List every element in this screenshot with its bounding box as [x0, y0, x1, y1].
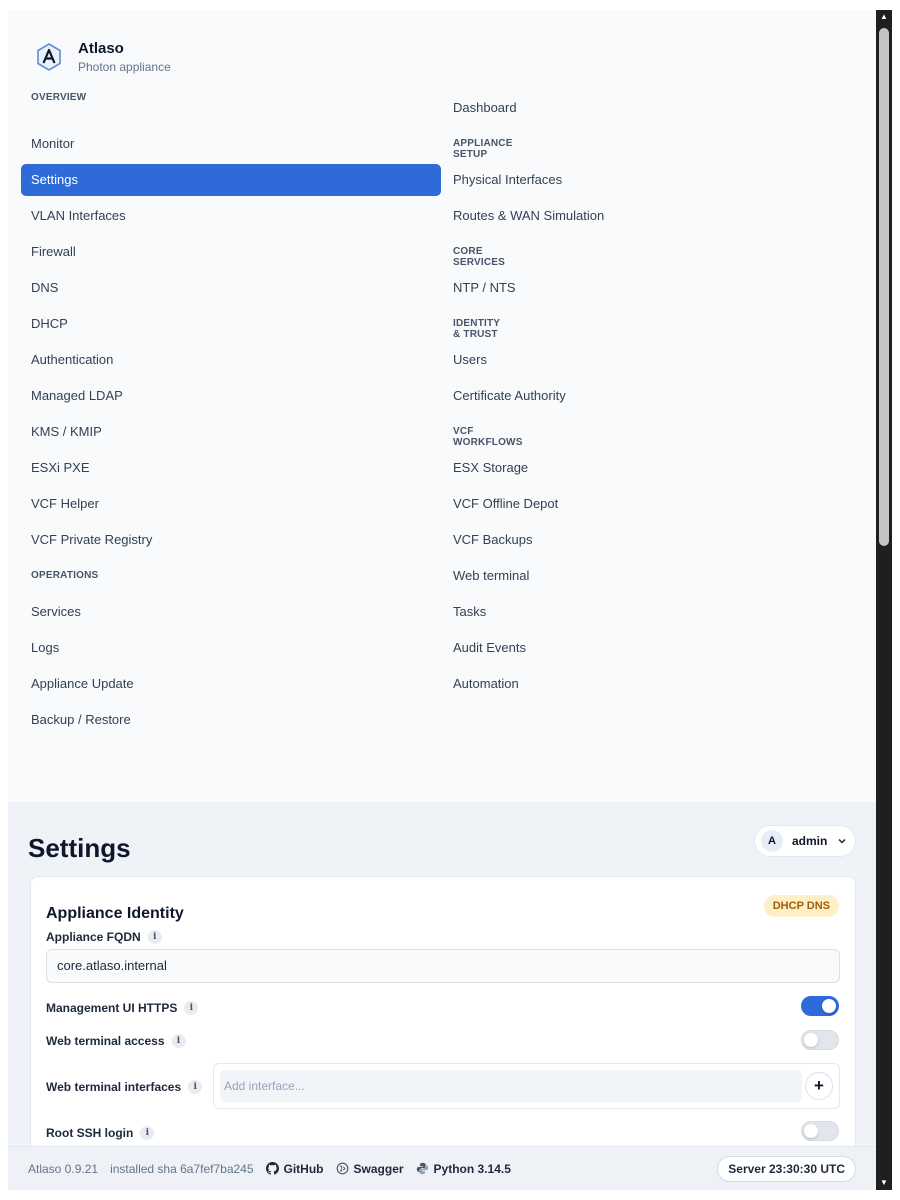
- sidebar-item-certificate-authority[interactable]: Certificate Authority: [443, 380, 863, 412]
- sidebar-item-services[interactable]: Services: [21, 596, 441, 628]
- app-version: Atlaso 0.9.21: [28, 1161, 99, 1176]
- interface-chip-box: Add interface... +: [213, 1063, 840, 1109]
- sidebar-item-routes-wan[interactable]: Routes & WAN Simulation: [443, 200, 863, 232]
- sidebar-item-dns[interactable]: DNS: [21, 272, 441, 304]
- sidebar-item-dhcp[interactable]: DHCP: [21, 308, 441, 340]
- sidebar-item-vcf-helper[interactable]: VCF Helper: [21, 488, 441, 520]
- card-title: Appliance Identity: [46, 905, 184, 922]
- python-icon: [416, 1162, 428, 1175]
- sidebar-item-authentication[interactable]: Authentication: [21, 344, 441, 376]
- status-badge: DHCP DNS: [763, 895, 839, 917]
- scroll-up-arrow-icon[interactable]: ▲: [876, 10, 892, 24]
- nav-group-core-services: CORE SERVICES: [453, 246, 505, 268]
- sidebar-item-vcf-offline-depot[interactable]: VCF Offline Depot: [443, 488, 863, 520]
- page-scrollbar[interactable]: ▲ ▼: [876, 10, 892, 1190]
- web-terminal-label-text: Web terminal access: [46, 1034, 165, 1048]
- https-label-text: Management UI HTTPS: [46, 1001, 178, 1015]
- python-link[interactable]: Python 3.14.5: [416, 1162, 511, 1176]
- github-link[interactable]: GitHub: [265, 1161, 324, 1176]
- web-terminal-toggle[interactable]: [801, 1030, 839, 1050]
- scroll-down-arrow-icon[interactable]: ▼: [876, 1176, 892, 1190]
- appliance-identity-card: Appliance Identity DHCP DNS Appliance FQ…: [30, 876, 856, 1190]
- swagger-link[interactable]: Swagger: [336, 1162, 404, 1176]
- sidebar-item-logs[interactable]: Logs: [21, 632, 441, 664]
- scroll-thumb[interactable]: [879, 28, 889, 546]
- chevron-down-icon: [838, 838, 846, 844]
- server-time-badge: Server 23:30:30 UTC: [717, 1156, 856, 1182]
- fqdn-label-text: Appliance FQDN: [46, 930, 141, 944]
- main-content: Settings A admin Appliance Identity DHCP…: [8, 802, 876, 1190]
- add-interface-button[interactable]: +: [805, 1072, 833, 1100]
- sidebar-item-esx-storage[interactable]: ESX Storage: [443, 452, 863, 484]
- web-terminal-label: Web terminal access i: [46, 1034, 186, 1048]
- root-ssh-toggle[interactable]: [801, 1121, 839, 1141]
- sidebar-item-appliance-update[interactable]: Appliance Update: [21, 668, 441, 700]
- page-title: Settings: [28, 833, 131, 863]
- sidebar-item-web-terminal[interactable]: Web terminal: [443, 560, 863, 592]
- nav-group-vcf-workflows: VCF WORKFLOWS: [453, 426, 523, 448]
- sidebar-item-automation[interactable]: Automation: [443, 668, 863, 700]
- add-interface-input[interactable]: Add interface...: [220, 1070, 802, 1102]
- info-icon[interactable]: i: [171, 1034, 186, 1048]
- brand[interactable]: Atlaso Photon appliance: [34, 40, 171, 75]
- installed-sha: installed sha 6a7fef7ba245: [110, 1161, 254, 1176]
- sidebar-item-esxi-pxe[interactable]: ESXi PXE: [21, 452, 441, 484]
- sidebar-item-settings[interactable]: Settings: [21, 164, 441, 196]
- nav-group-identity-trust: IDENTITY & TRUST: [453, 318, 500, 340]
- brand-name: Atlaso: [78, 40, 124, 57]
- user-name: admin: [792, 834, 828, 848]
- sidebar-item-backup-restore[interactable]: Backup / Restore: [21, 704, 441, 736]
- brand-subtitle: Photon appliance: [78, 60, 171, 74]
- info-icon[interactable]: i: [140, 1126, 155, 1140]
- python-label: Python 3.14.5: [433, 1161, 511, 1176]
- web-terminal-interfaces-label-text: Web terminal interfaces: [46, 1080, 182, 1094]
- web-terminal-interfaces-label: Web terminal interfaces i: [46, 1080, 203, 1094]
- sidebar-item-firewall[interactable]: Firewall: [21, 236, 441, 268]
- footer: Atlaso 0.9.21 installed sha 6a7fef7ba245…: [8, 1146, 876, 1190]
- info-icon[interactable]: i: [147, 930, 162, 944]
- atlaso-hex-logo-icon: [37, 43, 61, 71]
- swagger-label: Swagger: [353, 1161, 404, 1176]
- sidebar-item-vlan-interfaces[interactable]: VLAN Interfaces: [21, 200, 441, 232]
- sidebar-item-physical-interfaces[interactable]: Physical Interfaces: [443, 164, 863, 196]
- root-ssh-label-text: Root SSH login: [46, 1126, 134, 1140]
- nav-group-overview: OVERVIEW: [31, 92, 87, 103]
- nav-group-appliance-setup: APPLIANCE SETUP: [453, 138, 513, 160]
- fqdn-input[interactable]: core.atlaso.internal: [46, 949, 840, 983]
- sidebar-item-kms-kmip[interactable]: KMS / KMIP: [21, 416, 441, 448]
- sidebar-item-tasks[interactable]: Tasks: [443, 596, 863, 628]
- sidebar-item-monitor[interactable]: Monitor: [21, 128, 441, 160]
- fqdn-label: Appliance FQDN i: [46, 930, 162, 944]
- sidebar-item-vcf-backups[interactable]: VCF Backups: [443, 524, 863, 556]
- sidebar-item-users[interactable]: Users: [443, 344, 863, 376]
- https-label: Management UI HTTPS i: [46, 1001, 199, 1015]
- sidebar-item-audit-events[interactable]: Audit Events: [443, 632, 863, 664]
- github-label: GitHub: [283, 1161, 324, 1176]
- sidebar-item-managed-ldap[interactable]: Managed LDAP: [21, 380, 441, 412]
- info-icon[interactable]: i: [184, 1001, 199, 1015]
- app-viewport: Atlaso Photon appliance OVERVIEW Monitor…: [8, 10, 876, 1190]
- info-icon[interactable]: i: [188, 1080, 203, 1094]
- root-ssh-label: Root SSH login i: [46, 1126, 155, 1140]
- user-menu-button[interactable]: A admin: [754, 825, 856, 857]
- avatar: A: [761, 830, 783, 852]
- sidebar-item-ntp-nts[interactable]: NTP / NTS: [443, 272, 863, 304]
- sidebar-item-vcf-private-registry[interactable]: VCF Private Registry: [21, 524, 441, 556]
- sidebar-item-dashboard[interactable]: Dashboard: [443, 92, 863, 124]
- nav-group-operations: OPERATIONS: [31, 570, 99, 581]
- swagger-icon: [336, 1162, 348, 1175]
- github-icon: [265, 1162, 279, 1175]
- https-toggle[interactable]: [801, 996, 839, 1016]
